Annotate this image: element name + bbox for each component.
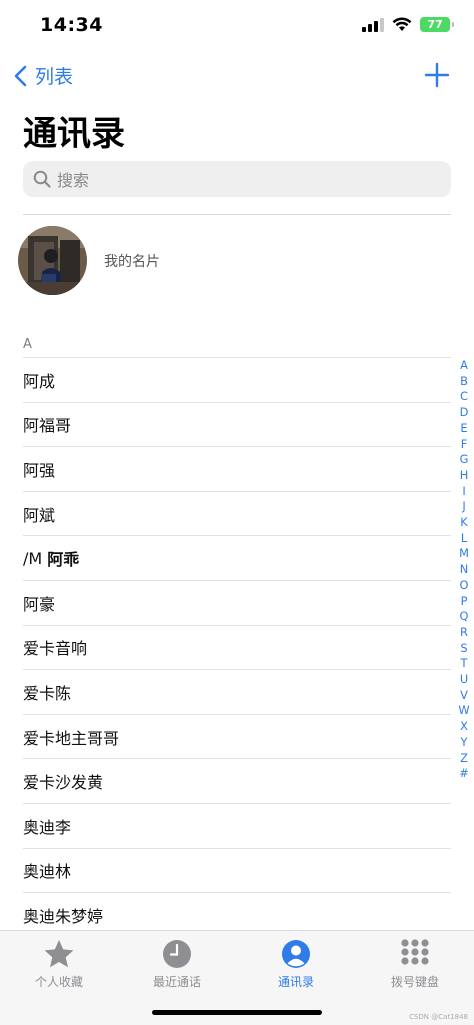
- watermark: CSDN @Cat1848: [409, 1013, 468, 1021]
- chevron-left-icon: [14, 65, 27, 86]
- alphabet-index-letter[interactable]: V: [460, 688, 468, 704]
- alphabet-index-letter[interactable]: D: [460, 405, 469, 421]
- contact-row[interactable]: 爱卡陈: [23, 669, 451, 714]
- divider: [23, 214, 451, 215]
- add-contact-button[interactable]: [424, 62, 450, 88]
- tab-label: 拨号键盘: [390, 975, 439, 989]
- contacts-list: 阿成 阿福哥 阿强 阿斌 /M 阿乖 阿豪 爱卡音响 爱卡陈 爱卡地主哥哥 爱卡沙…: [23, 357, 451, 937]
- tab-favorites[interactable]: 个人收藏: [0, 937, 118, 990]
- alphabet-index-letter[interactable]: Z: [460, 751, 468, 767]
- alphabet-index-letter[interactable]: T: [461, 656, 468, 672]
- search-field[interactable]: 搜索: [23, 161, 451, 197]
- alphabet-index-letter[interactable]: A: [460, 358, 468, 374]
- contact-row[interactable]: /M 阿乖: [23, 535, 451, 580]
- contact-row[interactable]: 爱卡地主哥哥: [23, 713, 451, 759]
- cellular-signal-icon: [362, 17, 384, 32]
- alphabet-index-letter[interactable]: S: [460, 641, 467, 657]
- tab-keypad[interactable]: 拨号键盘: [356, 937, 474, 990]
- alphabet-index-letter[interactable]: F: [461, 437, 468, 453]
- status-icons: 77: [362, 17, 454, 32]
- contact-row[interactable]: 爱卡音响: [23, 624, 451, 670]
- contact-row[interactable]: 阿强: [23, 446, 451, 491]
- back-button-label: 列表: [35, 66, 74, 88]
- tab-label: 个人收藏: [34, 975, 83, 989]
- clock-icon: [163, 940, 191, 968]
- contact-row[interactable]: 阿福哥: [23, 401, 451, 447]
- wifi-icon: [392, 17, 412, 31]
- contact-name: 阿强: [23, 460, 56, 480]
- contact-row[interactable]: 奥迪李: [23, 802, 451, 848]
- alphabet-index-letter[interactable]: U: [460, 672, 468, 688]
- search-placeholder: 搜索: [57, 171, 90, 190]
- contact-row[interactable]: 阿豪: [23, 579, 451, 625]
- contact-row[interactable]: 奥迪林: [23, 847, 451, 893]
- alphabet-index-letter[interactable]: E: [460, 421, 467, 437]
- tab-label: 通讯录: [277, 975, 314, 989]
- alphabet-index-letter[interactable]: R: [460, 625, 468, 641]
- tab-contacts[interactable]: 通讯录: [237, 937, 355, 990]
- alphabet-index-letter[interactable]: M: [459, 546, 469, 562]
- star-icon: [44, 940, 74, 968]
- contact-name: 爱卡音响: [23, 639, 88, 659]
- alphabet-index-letter[interactable]: N: [460, 562, 469, 578]
- alphabet-index-letter[interactable]: O: [460, 578, 469, 594]
- tab-label: 最近通话: [152, 975, 201, 989]
- home-indicator[interactable]: [152, 1010, 322, 1015]
- alphabet-index-letter[interactable]: J: [462, 499, 465, 515]
- contact-prefix: /M: [23, 548, 43, 568]
- contact-name: 爱卡陈: [23, 683, 72, 703]
- alphabet-index-letter[interactable]: H: [460, 468, 469, 484]
- contact-name: 奥迪林: [23, 862, 72, 882]
- alphabet-index-letter[interactable]: Y: [461, 735, 468, 751]
- battery-icon: 77: [420, 17, 454, 32]
- section-header: A: [23, 337, 32, 352]
- avatar: [18, 226, 87, 295]
- alphabet-index-letter[interactable]: I: [462, 484, 465, 500]
- alphabet-index-letter[interactable]: W: [458, 703, 469, 719]
- alphabet-index-letter[interactable]: G: [460, 452, 469, 468]
- tab-recents[interactable]: 最近通话: [118, 937, 236, 990]
- contact-name: 爱卡沙发黄: [23, 773, 104, 793]
- contact-name: 奥迪李: [23, 817, 72, 837]
- alphabet-index-letter[interactable]: L: [461, 531, 467, 547]
- search-icon: [33, 170, 51, 188]
- alphabet-index[interactable]: A B C D E F G H I J K L M N O P Q R S T U V W X Y Z #: [457, 358, 471, 782]
- contact-name: 阿豪: [23, 594, 56, 614]
- alphabet-index-letter[interactable]: K: [460, 515, 467, 531]
- alphabet-index-letter[interactable]: X: [460, 719, 468, 735]
- contact-row[interactable]: 阿斌: [23, 490, 451, 536]
- keypad-icon: [401, 939, 429, 965]
- contact-name: 爱卡地主哥哥: [23, 728, 120, 748]
- contact-name: 阿斌: [23, 505, 56, 525]
- alphabet-index-letter[interactable]: C: [460, 389, 468, 405]
- page-title: 通讯录: [23, 114, 125, 154]
- status-bar: 14:34 77: [0, 0, 474, 50]
- my-card-label: 我的名片: [104, 253, 160, 270]
- alphabet-index-letter[interactable]: P: [461, 594, 468, 610]
- alphabet-index-letter[interactable]: Q: [460, 609, 469, 625]
- alphabet-index-letter[interactable]: B: [460, 374, 468, 390]
- contact-name: 阿乖: [47, 550, 80, 570]
- contact-row[interactable]: 爱卡沙发黄: [23, 758, 451, 803]
- alphabet-index-letter[interactable]: #: [459, 766, 469, 782]
- status-time: 14:34: [40, 14, 103, 36]
- person-icon: [282, 940, 310, 968]
- contact-name: 阿福哥: [23, 416, 72, 436]
- my-card[interactable]: 我的名片: [18, 226, 160, 295]
- contact-name: 奥迪朱梦婷: [23, 906, 104, 926]
- contact-row[interactable]: 阿成: [23, 357, 451, 402]
- back-button[interactable]: 列表: [14, 62, 73, 89]
- contact-name: 阿成: [23, 371, 56, 391]
